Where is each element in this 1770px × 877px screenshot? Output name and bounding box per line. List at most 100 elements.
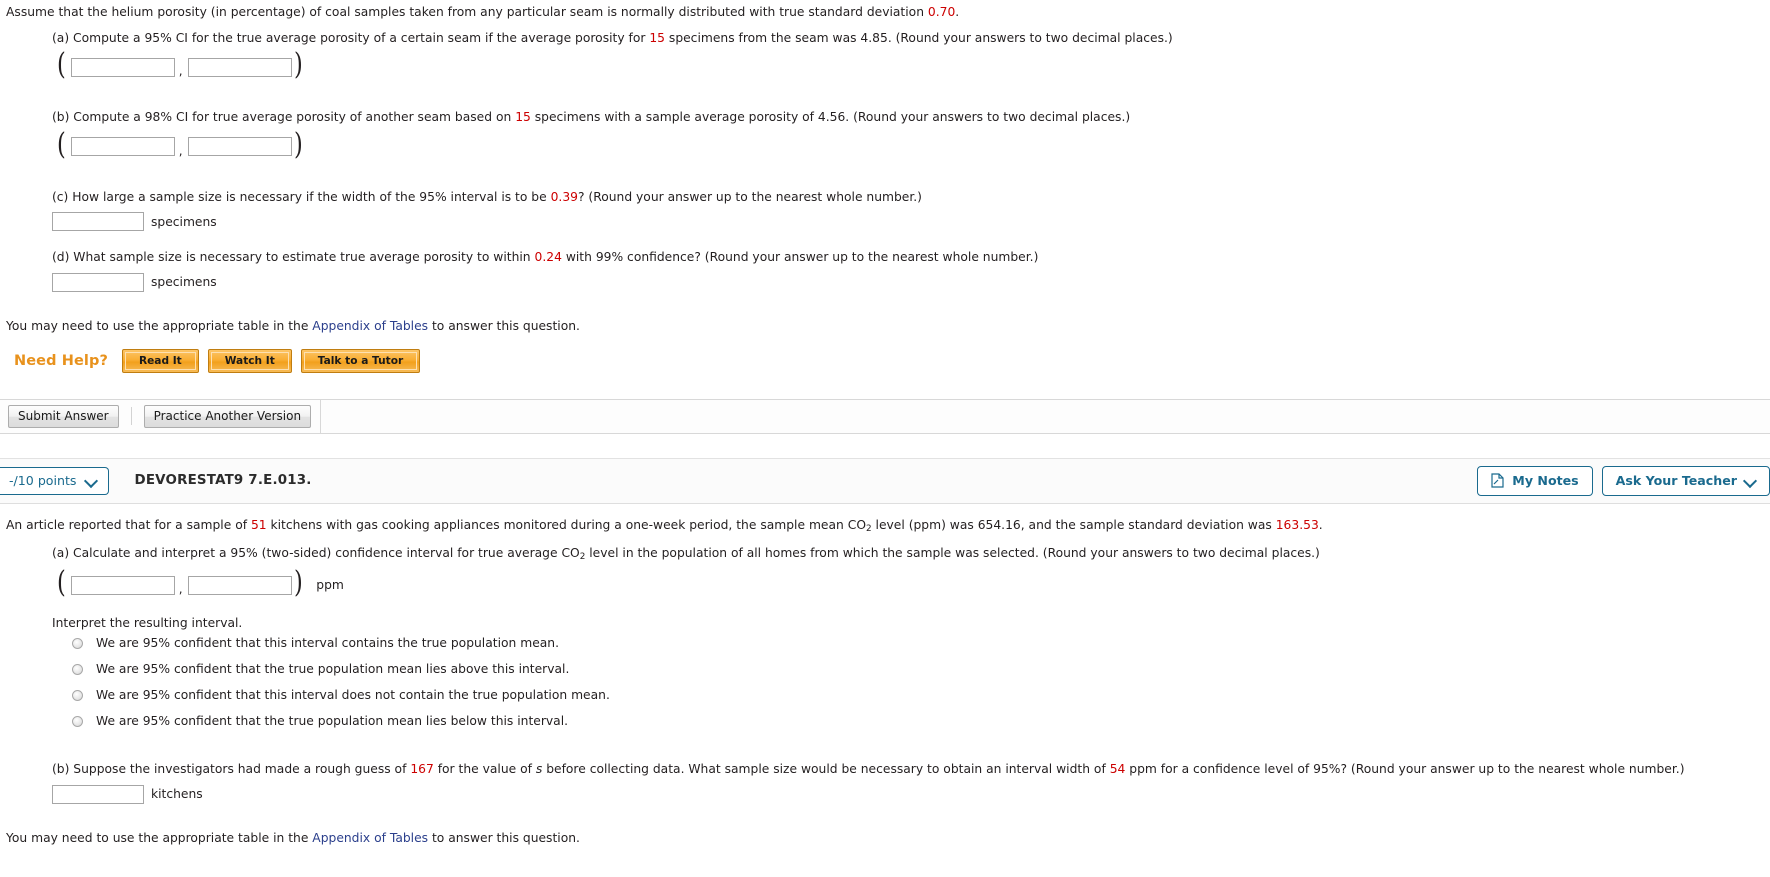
part-a-pre: (a) Compute a 95% CI for the true averag… bbox=[52, 30, 650, 45]
q2-part-b-guess-value: 167 bbox=[410, 762, 434, 777]
q2-stem-p1: An article reported that for a sample of bbox=[6, 517, 251, 532]
left-paren: ( bbox=[56, 126, 66, 162]
part-c-pre: (c) How large a sample size is necessary… bbox=[52, 189, 551, 204]
appendix-pre-text: You may need to use the appropriate tabl… bbox=[6, 830, 313, 845]
part-b-text: (b) Compute a 98% CI for true average po… bbox=[0, 109, 1770, 126]
q2-part-b-answer-row: kitchens bbox=[0, 784, 1770, 804]
right-paren: ) bbox=[293, 47, 303, 83]
interpret-option-4-radio[interactable] bbox=[72, 715, 83, 727]
part-a-post: specimens from the seam was 4.85. (Round… bbox=[665, 30, 1173, 45]
q2-part-a-lower-bound-input[interactable] bbox=[70, 575, 175, 595]
appendix-of-tables-link[interactable]: Appendix of Tables bbox=[312, 831, 428, 845]
question-1-appendix-note: You may need to use the appropriate tabl… bbox=[0, 319, 1770, 333]
part-d-unit-label: specimens bbox=[151, 275, 217, 290]
q2-stem-sample-size: 51 bbox=[250, 517, 267, 532]
left-paren: ( bbox=[56, 47, 66, 83]
stem-text-pre: Assume that the helium porosity (in perc… bbox=[6, 5, 928, 19]
interpret-instruction-label: Interpret the resulting interval. bbox=[52, 616, 243, 631]
chevron-down-icon bbox=[86, 475, 97, 486]
part-c-post: ? (Round your answer up to the nearest w… bbox=[577, 189, 922, 204]
q2-part-a-upper-bound-input[interactable] bbox=[187, 575, 292, 595]
stem-value-sd: 0.70 bbox=[927, 5, 956, 19]
need-help-label: Need Help? bbox=[14, 352, 108, 369]
points-label: -/10 points bbox=[9, 473, 77, 489]
comma-separator: , bbox=[178, 143, 183, 158]
q2-part-b-p1: (b) Suppose the investigators had made a… bbox=[52, 762, 411, 777]
part-d-post: with 99% confidence? (Round your answer … bbox=[561, 250, 1039, 265]
q2-stem-p3: level (ppm) was 654.16, and the sample s… bbox=[871, 517, 1276, 532]
read-it-button[interactable]: Read It bbox=[121, 348, 199, 373]
interpret-option-3-radio[interactable] bbox=[72, 689, 83, 701]
part-d-value: 0.24 bbox=[534, 250, 562, 265]
part-d-text: (d) What sample size is necessary to est… bbox=[0, 249, 1770, 266]
part-a-lower-bound-input[interactable] bbox=[70, 57, 175, 77]
q2-part-a-text: (a) Calculate and interpret a 95% (two-s… bbox=[0, 545, 1770, 564]
interpret-option-2-radio[interactable] bbox=[72, 663, 83, 675]
question-2-header-actions: My Notes Ask Your Teacher bbox=[1468, 465, 1770, 496]
q2-part-b-answer-input[interactable] bbox=[52, 784, 144, 804]
question-1-body: Assume that the helium porosity (in perc… bbox=[0, 0, 1770, 434]
my-notes-button[interactable]: My Notes bbox=[1477, 465, 1593, 496]
q2-part-b-p3: before collecting data. What sample size… bbox=[542, 762, 1110, 777]
ask-your-teacher-button[interactable]: Ask Your Teacher bbox=[1601, 465, 1770, 496]
q2-part-a-unit-label: ppm bbox=[316, 578, 344, 593]
part-a-value: 15 bbox=[649, 30, 665, 45]
question-2-body: An article reported that for a sample of… bbox=[0, 504, 1770, 845]
part-a-answer-interval: ( , ) bbox=[0, 47, 1770, 83]
q2-part-a-p1: (a) Calculate and interpret a 95% (two-s… bbox=[52, 546, 580, 561]
part-d-answer-row: specimens bbox=[0, 272, 1770, 292]
points-dropdown[interactable]: -/10 points bbox=[0, 466, 109, 495]
practice-another-version-button[interactable]: Practice Another Version bbox=[143, 404, 312, 428]
part-d-pre: (d) What sample size is necessary to est… bbox=[52, 250, 535, 265]
left-paren: ( bbox=[56, 565, 66, 601]
q2-stem-std-dev: 163.53 bbox=[1275, 517, 1319, 532]
interpret-option-1-radio[interactable] bbox=[72, 637, 83, 649]
part-c-text: (c) How large a sample size is necessary… bbox=[0, 189, 1770, 206]
watch-it-button[interactable]: Watch It bbox=[207, 348, 292, 373]
right-paren: ) bbox=[293, 126, 303, 162]
interpret-option-row[interactable]: We are 95% confident that the true popul… bbox=[0, 708, 1770, 734]
part-c-answer-input[interactable] bbox=[52, 212, 144, 232]
part-a-text: (a) Compute a 95% CI for the true averag… bbox=[0, 30, 1770, 47]
watch-it-label: Watch It bbox=[210, 351, 289, 370]
part-a-upper-bound-input[interactable] bbox=[187, 57, 292, 77]
button-divider bbox=[130, 407, 132, 426]
q2-part-b-text: (b) Suppose the investigators had made a… bbox=[0, 761, 1770, 778]
comma-separator: , bbox=[178, 582, 183, 597]
note-document-icon bbox=[1491, 473, 1504, 489]
submit-bar-right-edge bbox=[320, 398, 322, 434]
interpret-option-row[interactable]: We are 95% confident that this interval … bbox=[0, 630, 1770, 656]
question-1-stem: Assume that the helium porosity (in perc… bbox=[0, 0, 1770, 21]
part-c-unit-label: specimens bbox=[151, 214, 217, 229]
part-b-value: 15 bbox=[515, 110, 531, 125]
talk-to-a-tutor-label: Talk to a Tutor bbox=[303, 351, 418, 370]
interpret-option-1-label: We are 95% confident that this interval … bbox=[96, 636, 560, 651]
assignment-page: Assume that the helium porosity (in perc… bbox=[0, 0, 1770, 877]
part-d-answer-input[interactable] bbox=[52, 272, 144, 292]
ask-your-teacher-label: Ask Your Teacher bbox=[1615, 473, 1737, 489]
interpret-option-row[interactable]: We are 95% confident that this interval … bbox=[0, 682, 1770, 708]
comma-separator: , bbox=[178, 64, 183, 79]
part-b-upper-bound-input[interactable] bbox=[187, 137, 292, 157]
q2-part-a-p2: level in the population of all homes fro… bbox=[585, 546, 1320, 561]
appendix-of-tables-link[interactable]: Appendix of Tables bbox=[312, 319, 428, 333]
chevron-down-icon bbox=[1745, 475, 1756, 486]
part-b-post: specimens with a sample average porosity… bbox=[530, 110, 1131, 125]
talk-to-a-tutor-button[interactable]: Talk to a Tutor bbox=[300, 348, 421, 373]
q2-part-b-p4: ppm for a confidence level of 95%? (Roun… bbox=[1125, 762, 1685, 777]
submit-answer-button[interactable]: Submit Answer bbox=[8, 404, 119, 428]
interpret-option-3-label: We are 95% confident that this interval … bbox=[96, 688, 610, 703]
part-b-pre: (b) Compute a 98% CI for true average po… bbox=[52, 110, 516, 125]
interpret-option-4-label: We are 95% confident that the true popul… bbox=[96, 714, 569, 729]
interpret-option-row[interactable]: We are 95% confident that the true popul… bbox=[0, 656, 1770, 682]
q2-part-b-unit-label: kitchens bbox=[151, 787, 203, 802]
part-b-lower-bound-input[interactable] bbox=[70, 137, 175, 157]
